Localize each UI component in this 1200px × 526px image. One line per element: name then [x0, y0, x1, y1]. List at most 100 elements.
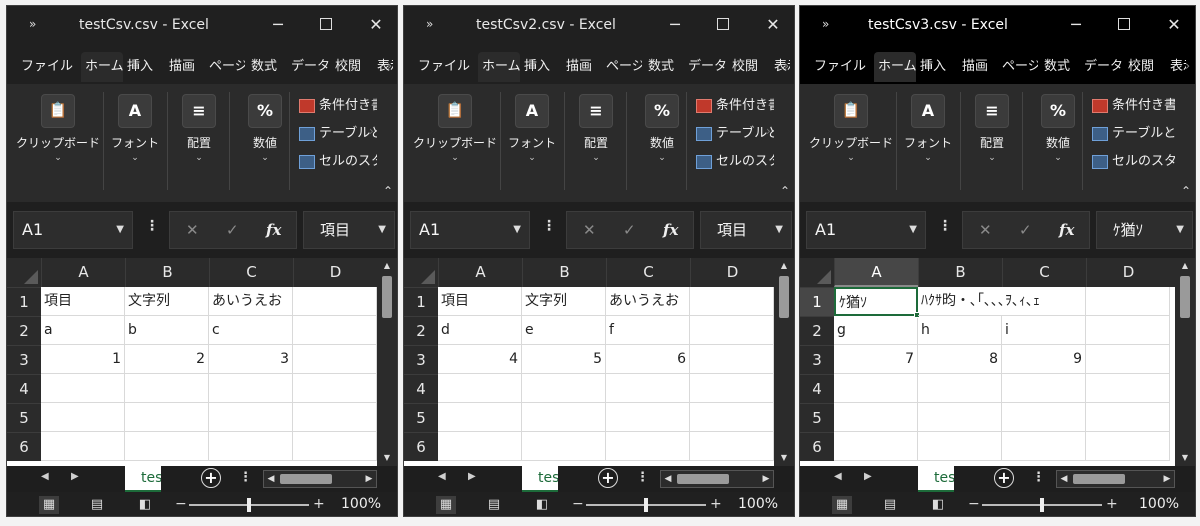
- page-break-preview-icon[interactable]: ◧: [135, 496, 155, 514]
- prev-sheet-icon[interactable]: ◀: [41, 471, 49, 482]
- enter-icon[interactable]: ✓: [226, 221, 239, 239]
- tab-4[interactable]: 描画: [169, 52, 205, 82]
- row-header-1[interactable]: 1: [404, 287, 438, 316]
- cell-A3[interactable]: 4: [438, 345, 522, 374]
- cell-B5[interactable]: [125, 403, 209, 432]
- vertical-scrollbar[interactable]: ▲ ▼: [774, 258, 794, 466]
- tab-6[interactable]: 数式: [251, 52, 287, 82]
- tab-5[interactable]: ページ: [209, 52, 245, 82]
- close-icon[interactable]: ✕: [361, 12, 391, 38]
- cell-C3[interactable]: 9: [1002, 345, 1086, 374]
- prev-sheet-icon[interactable]: ◀: [834, 471, 842, 482]
- row-header-1[interactable]: 1: [7, 287, 41, 316]
- cell-D6[interactable]: [690, 432, 774, 461]
- select-all-corner[interactable]: [404, 258, 438, 287]
- next-sheet-icon[interactable]: ▶: [468, 471, 476, 482]
- cell-B1[interactable]: 文字列: [125, 287, 209, 316]
- page-layout-icon[interactable]: ▤: [87, 496, 107, 514]
- page-layout-icon[interactable]: ▤: [484, 496, 504, 514]
- cell-D3[interactable]: [690, 345, 774, 374]
- tab-8[interactable]: 校閲: [1128, 52, 1164, 82]
- zoom-slider-thumb[interactable]: [644, 498, 648, 512]
- ribbon-group-1[interactable]: 📋 クリップボード ⌄: [410, 94, 500, 163]
- tab-8[interactable]: 校閲: [732, 52, 768, 82]
- cell-A3[interactable]: 7: [834, 345, 918, 374]
- more-icon[interactable]: ⋮: [1032, 470, 1045, 485]
- zoom-level[interactable]: 100%: [738, 496, 778, 512]
- cell-B5[interactable]: [918, 403, 1002, 432]
- more-icon[interactable]: ⋮: [938, 218, 952, 234]
- cell-B6[interactable]: [125, 432, 209, 461]
- tab-2[interactable]: ホーム: [81, 52, 123, 82]
- tab-3[interactable]: 挿入: [127, 52, 165, 82]
- cell-C6[interactable]: [209, 432, 293, 461]
- cell-B2[interactable]: b: [125, 316, 209, 345]
- column-header-A[interactable]: A: [438, 258, 522, 287]
- tab-8[interactable]: 校閲: [335, 52, 371, 82]
- zoom-in-icon[interactable]: +: [710, 496, 722, 512]
- scroll-left-icon[interactable]: ◀: [1057, 471, 1071, 487]
- cell-C4[interactable]: [606, 374, 690, 403]
- cell-A4[interactable]: [41, 374, 125, 403]
- sheet-tab[interactable]: tes: [522, 466, 558, 492]
- column-header-A[interactable]: A: [41, 258, 125, 287]
- column-header-C[interactable]: C: [606, 258, 690, 287]
- zoom-slider-thumb[interactable]: [1040, 498, 1044, 512]
- row-header-4[interactable]: 4: [7, 374, 41, 403]
- tab-1[interactable]: ファイル: [21, 52, 77, 82]
- styles-group[interactable]: 条件付き書式テーブルとして書式設定セルのスタイル: [299, 92, 377, 176]
- cell-A4[interactable]: [834, 374, 918, 403]
- cell-C4[interactable]: [1002, 374, 1086, 403]
- ribbon-scroll-icon[interactable]: ›: [766, 124, 771, 138]
- row-header-1[interactable]: 1: [800, 287, 834, 316]
- normal-view-icon[interactable]: ▦: [832, 496, 852, 514]
- cancel-icon[interactable]: ✕: [979, 221, 992, 239]
- sheet-tab[interactable]: tes: [918, 466, 954, 492]
- cell-A2[interactable]: d: [438, 316, 522, 345]
- cell-B3[interactable]: 5: [522, 345, 606, 374]
- cell-D4[interactable]: [1086, 374, 1170, 403]
- cell-C6[interactable]: [606, 432, 690, 461]
- spreadsheet-grid[interactable]: A B C D 1 項目 文字列 あいうえお 2 d e f 3 4 5 6 4 5 6 ▲ ▼: [404, 258, 794, 466]
- zoom-level[interactable]: 100%: [341, 496, 381, 512]
- quick-access-chevron-icon[interactable]: »: [426, 17, 433, 31]
- cell-C5[interactable]: [209, 403, 293, 432]
- cell-D5[interactable]: [690, 403, 774, 432]
- cell-A4[interactable]: [438, 374, 522, 403]
- cell-A6[interactable]: [438, 432, 522, 461]
- row-header-3[interactable]: 3: [7, 345, 41, 374]
- chevron-down-icon[interactable]: ▼: [775, 212, 783, 248]
- page-layout-icon[interactable]: ▤: [880, 496, 900, 514]
- minimize-icon[interactable]: ─: [660, 12, 690, 38]
- name-box[interactable]: A1 ▼: [13, 211, 133, 249]
- cell-C1[interactable]: あいうえお: [606, 287, 690, 316]
- tab-scroll-right-icon[interactable]: ›: [387, 52, 397, 82]
- cell-C2[interactable]: f: [606, 316, 690, 345]
- chevron-down-icon[interactable]: ▼: [909, 212, 917, 248]
- formula-input[interactable]: 項目 ▼: [700, 211, 792, 249]
- tab-6[interactable]: 数式: [1044, 52, 1080, 82]
- tab-4[interactable]: 描画: [566, 52, 602, 82]
- column-header-D[interactable]: D: [1086, 258, 1170, 287]
- scroll-up-icon[interactable]: ▲: [377, 258, 397, 274]
- horizontal-scrollbar[interactable]: ◀ ▶: [263, 470, 377, 488]
- row-header-2[interactable]: 2: [800, 316, 834, 345]
- cell-D6[interactable]: [293, 432, 377, 461]
- row-header-4[interactable]: 4: [800, 374, 834, 403]
- zoom-level[interactable]: 100%: [1139, 496, 1179, 512]
- collapse-ribbon-icon[interactable]: ⌃: [780, 184, 790, 198]
- cell-A6[interactable]: [834, 432, 918, 461]
- zoom-in-icon[interactable]: +: [313, 496, 325, 512]
- cell-B6[interactable]: [918, 432, 1002, 461]
- prev-sheet-icon[interactable]: ◀: [438, 471, 446, 482]
- styles-item[interactable]: 条件付き書式: [696, 92, 774, 120]
- maximize-icon[interactable]: [1109, 12, 1139, 38]
- tab-scroll-right-icon[interactable]: ›: [1185, 52, 1195, 82]
- scroll-right-icon[interactable]: ▶: [759, 471, 773, 487]
- tab-7[interactable]: データ: [1084, 52, 1122, 82]
- cell-C1[interactable]: あいうえお: [209, 287, 293, 316]
- cell-D3[interactable]: [1086, 345, 1170, 374]
- scroll-down-icon[interactable]: ▼: [774, 450, 794, 466]
- chevron-down-icon[interactable]: ▼: [116, 212, 124, 248]
- cell-A6[interactable]: [41, 432, 125, 461]
